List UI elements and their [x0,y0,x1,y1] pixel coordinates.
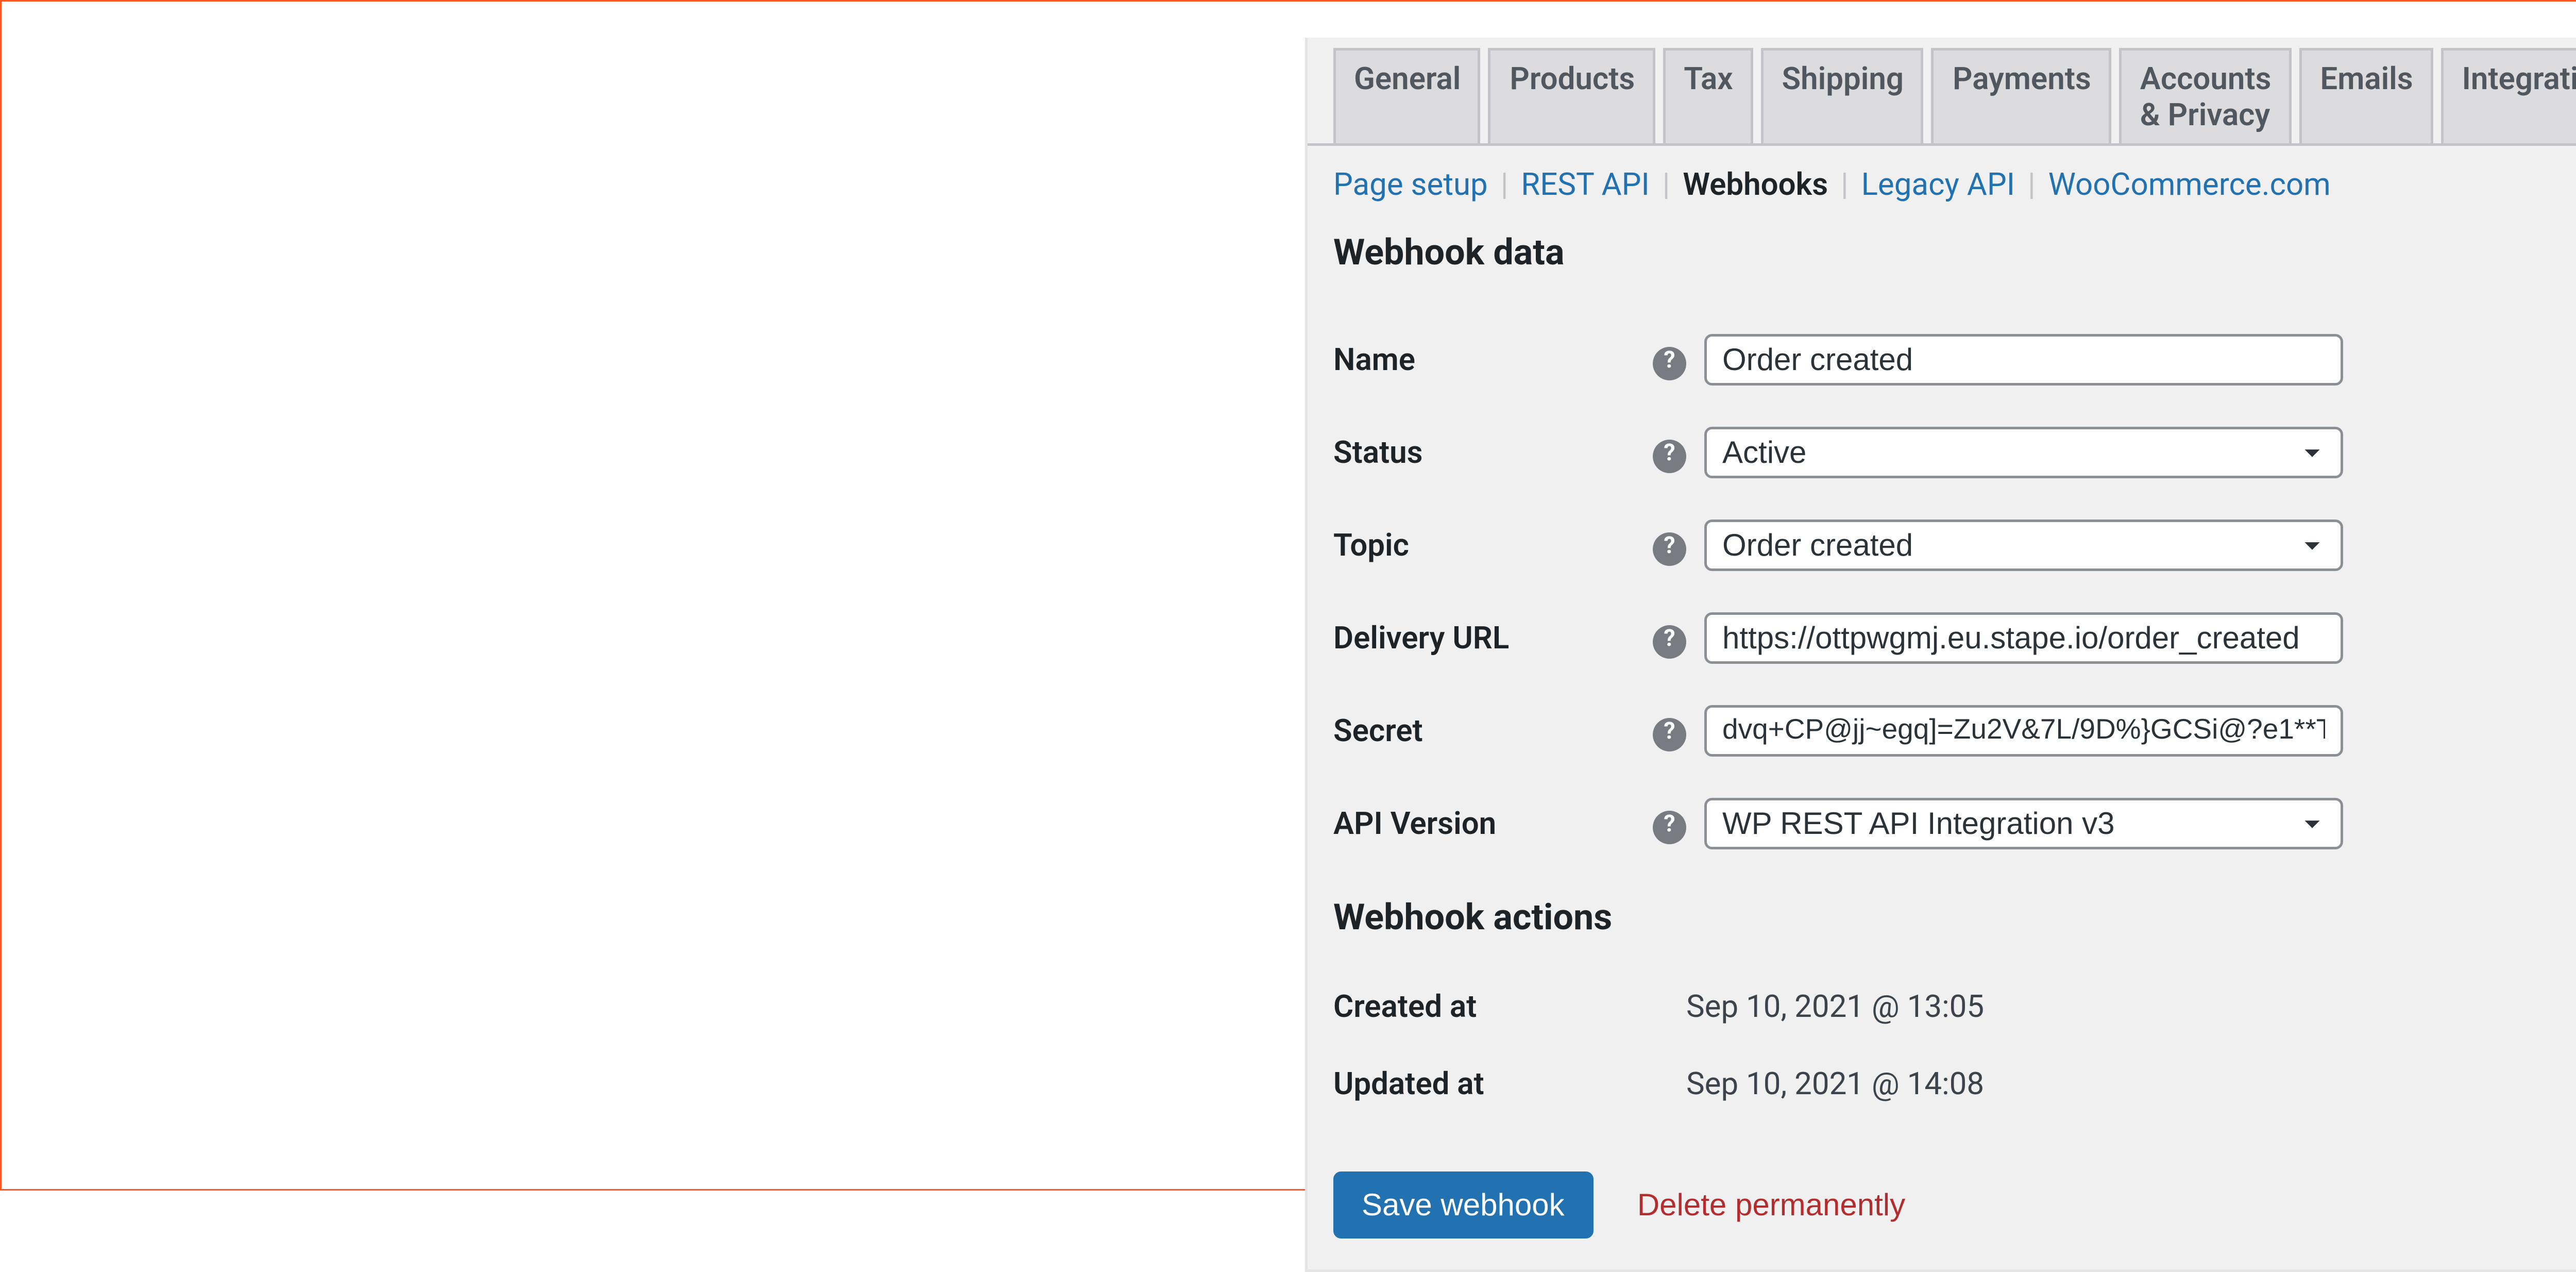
subnav: Page setup | REST API | Webhooks | Legac… [1308,146,2576,203]
row-updated-at: Updated at Sep 10, 2021 @ 14:08 [1333,1063,2576,1104]
subnav-webhooks: Webhooks [1683,166,1828,203]
label-topic: Topic [1333,517,1637,574]
tab-products[interactable]: Products [1489,48,1655,143]
tab-label: Payments [1953,61,2091,97]
row-secret: Secret ? [1333,702,2576,759]
help-icon[interactable]: ? [1653,717,1686,751]
form-table: Name ? Status ? Active Topic ? Order cre… [1333,295,2576,888]
tab-label: Tax [1684,61,1733,97]
label-created-at: Created at [1333,986,1684,1027]
api-version-select[interactable]: WP REST API Integration v3 [1704,798,2343,849]
tab-general[interactable]: General [1333,48,1481,143]
tab-label: Emails [2320,61,2413,97]
help-icon[interactable]: ? [1653,625,1686,658]
app-frame: General Products Tax Shipping Payments A… [0,0,2576,1191]
subnav-legacy-api[interactable]: Legacy API [1861,166,2015,203]
tab-label: Accounts & Privacy [2140,61,2272,133]
heading-webhook-actions: Webhook actions [1333,898,2576,940]
secret-input[interactable] [1704,705,2343,757]
help-icon[interactable]: ? [1653,439,1686,473]
row-api-version: API Version ? WP REST API Integration v3 [1333,795,2576,852]
row-name: Name ? [1333,331,2576,388]
tab-label: Shipping [1782,61,1904,97]
tabs-row: General Products Tax Shipping Payments A… [1308,38,2576,146]
row-topic: Topic ? Order created [1333,517,2576,574]
tab-emails[interactable]: Emails [2299,48,2433,143]
help-icon[interactable]: ? [1653,532,1686,565]
help-icon[interactable]: ? [1653,810,1686,844]
label-updated-at: Updated at [1333,1063,1684,1104]
save-webhook-button[interactable]: Save webhook [1333,1171,1593,1238]
subnav-page-setup[interactable]: Page setup [1333,166,1488,203]
status-select[interactable]: Active [1704,427,2343,478]
tab-label: General [1354,61,1461,97]
delivery-url-input[interactable] [1704,612,2343,664]
subnav-rest-api[interactable]: REST API [1521,166,1650,203]
delete-permanently-button[interactable]: Delete permanently [1617,1174,1926,1236]
tab-shipping[interactable]: Shipping [1761,48,1924,143]
actions-table: Created at Sep 10, 2021 @ 13:05 Updated … [1333,950,2576,1141]
settings-panel: General Products Tax Shipping Payments A… [1305,38,2576,1272]
name-input[interactable] [1704,334,2343,386]
tab-tax[interactable]: Tax [1663,48,1753,143]
help-icon[interactable]: ? [1653,346,1686,380]
label-status: Status [1333,424,1637,481]
tab-accounts-privacy[interactable]: Accounts & Privacy [2120,48,2292,143]
separator: | [2028,166,2036,203]
label-api-version: API Version [1333,795,1637,852]
actions-row: Save webhook Delete permanently [1333,1171,2576,1238]
tab-integration[interactable]: Integration [2442,48,2576,143]
value-updated-at: Sep 10, 2021 @ 14:08 [1684,1063,2576,1104]
topic-select[interactable]: Order created [1704,520,2343,571]
separator: | [1663,166,1670,203]
tab-payments[interactable]: Payments [1932,48,2112,143]
subnav-woocommerce[interactable]: WooCommerce.com [2048,166,2331,203]
heading-webhook-data: Webhook data [1333,233,2576,275]
label-delivery-url: Delivery URL [1333,610,1637,666]
separator: | [1841,166,1849,203]
row-created-at: Created at Sep 10, 2021 @ 13:05 [1333,986,2576,1027]
label-secret: Secret [1333,702,1637,759]
tab-label: Products [1510,61,1635,97]
value-created-at: Sep 10, 2021 @ 13:05 [1684,986,2576,1027]
row-status: Status ? Active [1333,424,2576,481]
label-name: Name [1333,331,1637,388]
separator: | [1501,166,1509,203]
row-delivery-url: Delivery URL ? [1333,610,2576,666]
tab-label: Integration [2462,61,2576,97]
